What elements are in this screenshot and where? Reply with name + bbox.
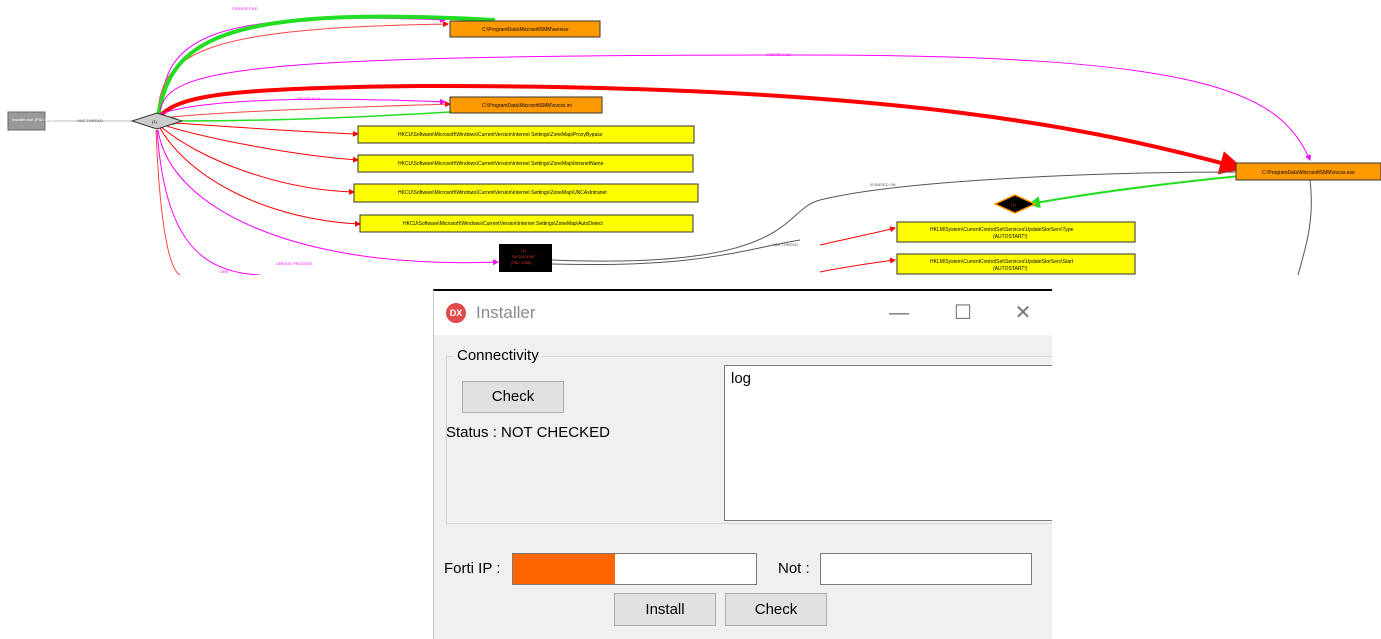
edge-red-reg2: [159, 123, 359, 163]
file-node-service-label: C:\ProgramData\MicrosoftSMM\servise: [482, 27, 569, 33]
registry-node-unc-intranet-label: HKCU\Software\Microsoft\Windows\CurrentV…: [398, 190, 607, 196]
svcss-line2: SVCSS.EXE: [512, 254, 535, 259]
file-node-exe[interactable]: C:\ProgramData\MicrosoftSMM\svcss.exe: [1235, 162, 1381, 181]
registry-node-update-start-line1: HKLM\System\CurrentControlSet\Services\U…: [930, 259, 1074, 265]
maximize-button[interactable]: ☐: [940, 297, 986, 329]
file-node-exe-label: C:\ProgramData\MicrosoftSMM\svcss.exe: [1262, 170, 1355, 176]
process-node-installer[interactable]: Installer.exe (PID: 6740): [7, 111, 56, 131]
registry-node-update-type[interactable]: HKLM\System\CurrentControlSet\Services\U…: [896, 221, 1136, 243]
log-textarea[interactable]: log: [724, 365, 1052, 521]
check-connectivity-button[interactable]: Check: [462, 381, 564, 413]
edge-label-create-file-ini: CREATE FILE: [295, 96, 321, 101]
file-node-service[interactable]: C:\ProgramData\MicrosoftSMM\servise: [449, 20, 601, 38]
thread-node-2[interactable]: (1): [993, 194, 1037, 214]
title-bar[interactable]: DX Installer — ☐ ✕: [434, 291, 1052, 335]
edge-label-has-thread: HAS THREAD: [77, 118, 103, 123]
registry-node-proxy-bypass[interactable]: HKCU\Software\Microsoft\Windows\CurrentV…: [357, 125, 695, 144]
edge-red-type: [819, 226, 896, 246]
minimize-button[interactable]: —: [876, 297, 922, 329]
edge-label-create-partial: CRE: [220, 269, 229, 274]
edge-gray-right: [1297, 179, 1312, 275]
registry-node-auto-detect[interactable]: HKCU\Software\Microsoft\Windows\CurrentV…: [359, 214, 694, 233]
registry-node-update-type-line1: HKLM\System\CurrentControlSet\Services\U…: [930, 227, 1074, 233]
edge-red-ini: [159, 101, 451, 119]
edge-label-create-file-long: CREATE FILE: [766, 52, 792, 57]
registry-node-auto-detect-label: HKCU\Software\Microsoft\Windows\CurrentV…: [403, 221, 603, 227]
process-node-svcss[interactable]: (1) SVCSS.EXE (PID: 1040): [499, 244, 552, 272]
thread-node-2-label: (1): [1011, 202, 1017, 207]
not-input[interactable]: [820, 553, 1032, 585]
registry-node-update-type-line2: (AUTOSTART!): [993, 234, 1028, 240]
edge-label-has-thread-2: HAS THREAD: [772, 242, 798, 247]
status-text: Status : NOT CHECKED: [446, 424, 610, 441]
file-node-ini[interactable]: C:\ProgramData\MicrosoftSMM\svcss.ini: [449, 96, 603, 114]
install-button[interactable]: Install: [614, 593, 716, 626]
svcss-line3: (PID: 1040): [511, 260, 532, 265]
thread-node-label: (1): [152, 119, 158, 124]
file-node-ini-label: C:\ProgramData\MicrosoftSMM\svcss.ini: [482, 103, 572, 109]
process-node-label: Installer.exe (PID: 6740): [12, 117, 56, 122]
svcss-line1: (1): [521, 248, 527, 253]
check-button[interactable]: Check: [725, 593, 827, 626]
registry-node-intranet-name[interactable]: HKCU\Software\Microsoft\Windows\CurrentV…: [357, 154, 694, 173]
close-button[interactable]: ✕: [1000, 297, 1046, 329]
registry-node-proxy-bypass-label: HKCU\Software\Microsoft\Windows\CurrentV…: [398, 132, 603, 138]
connectivity-group-label: Connectivity: [454, 347, 542, 364]
registry-node-update-start[interactable]: HKLM\System\CurrentControlSet\Services\U…: [896, 253, 1136, 275]
thread-node[interactable]: (1): [130, 112, 184, 130]
registry-node-intranet-name-label: HKCU\Software\Microsoft\Windows\CurrentV…: [398, 161, 604, 167]
forti-ip-input[interactable]: [512, 553, 757, 585]
not-label: Not :: [778, 560, 810, 577]
forti-ip-label: Forti IP :: [444, 560, 501, 577]
installer-window: DX Installer — ☐ ✕ Connectivity Check St…: [433, 289, 1052, 639]
edge-label-create-file-top: CREATE FILE: [232, 6, 258, 11]
edge-red-reg3: [159, 125, 355, 195]
edge-green-exe-thread: [1028, 175, 1241, 209]
dx-app-icon: DX: [446, 303, 466, 323]
registry-node-update-start-line2: (AUTOSTART!): [993, 266, 1028, 272]
window-title: Installer: [476, 303, 536, 322]
edge-label-is-based-on: IS BASED ON: [870, 182, 896, 187]
edge-label-create-process: CREATE PROCESS: [276, 261, 313, 266]
registry-node-unc-intranet[interactable]: HKCU\Software\Microsoft\Windows\CurrentV…: [353, 183, 699, 203]
edge-create-file-ini: [159, 98, 446, 115]
edge-red-lower: [155, 129, 181, 275]
edge-red-start: [819, 257, 896, 273]
redaction-block: [513, 554, 615, 584]
behavior-graph: CREATE FILE CREATE FILE CREATE FILE HAS …: [7, 6, 1381, 275]
edge-red-thick-exe: [158, 83, 1244, 175]
